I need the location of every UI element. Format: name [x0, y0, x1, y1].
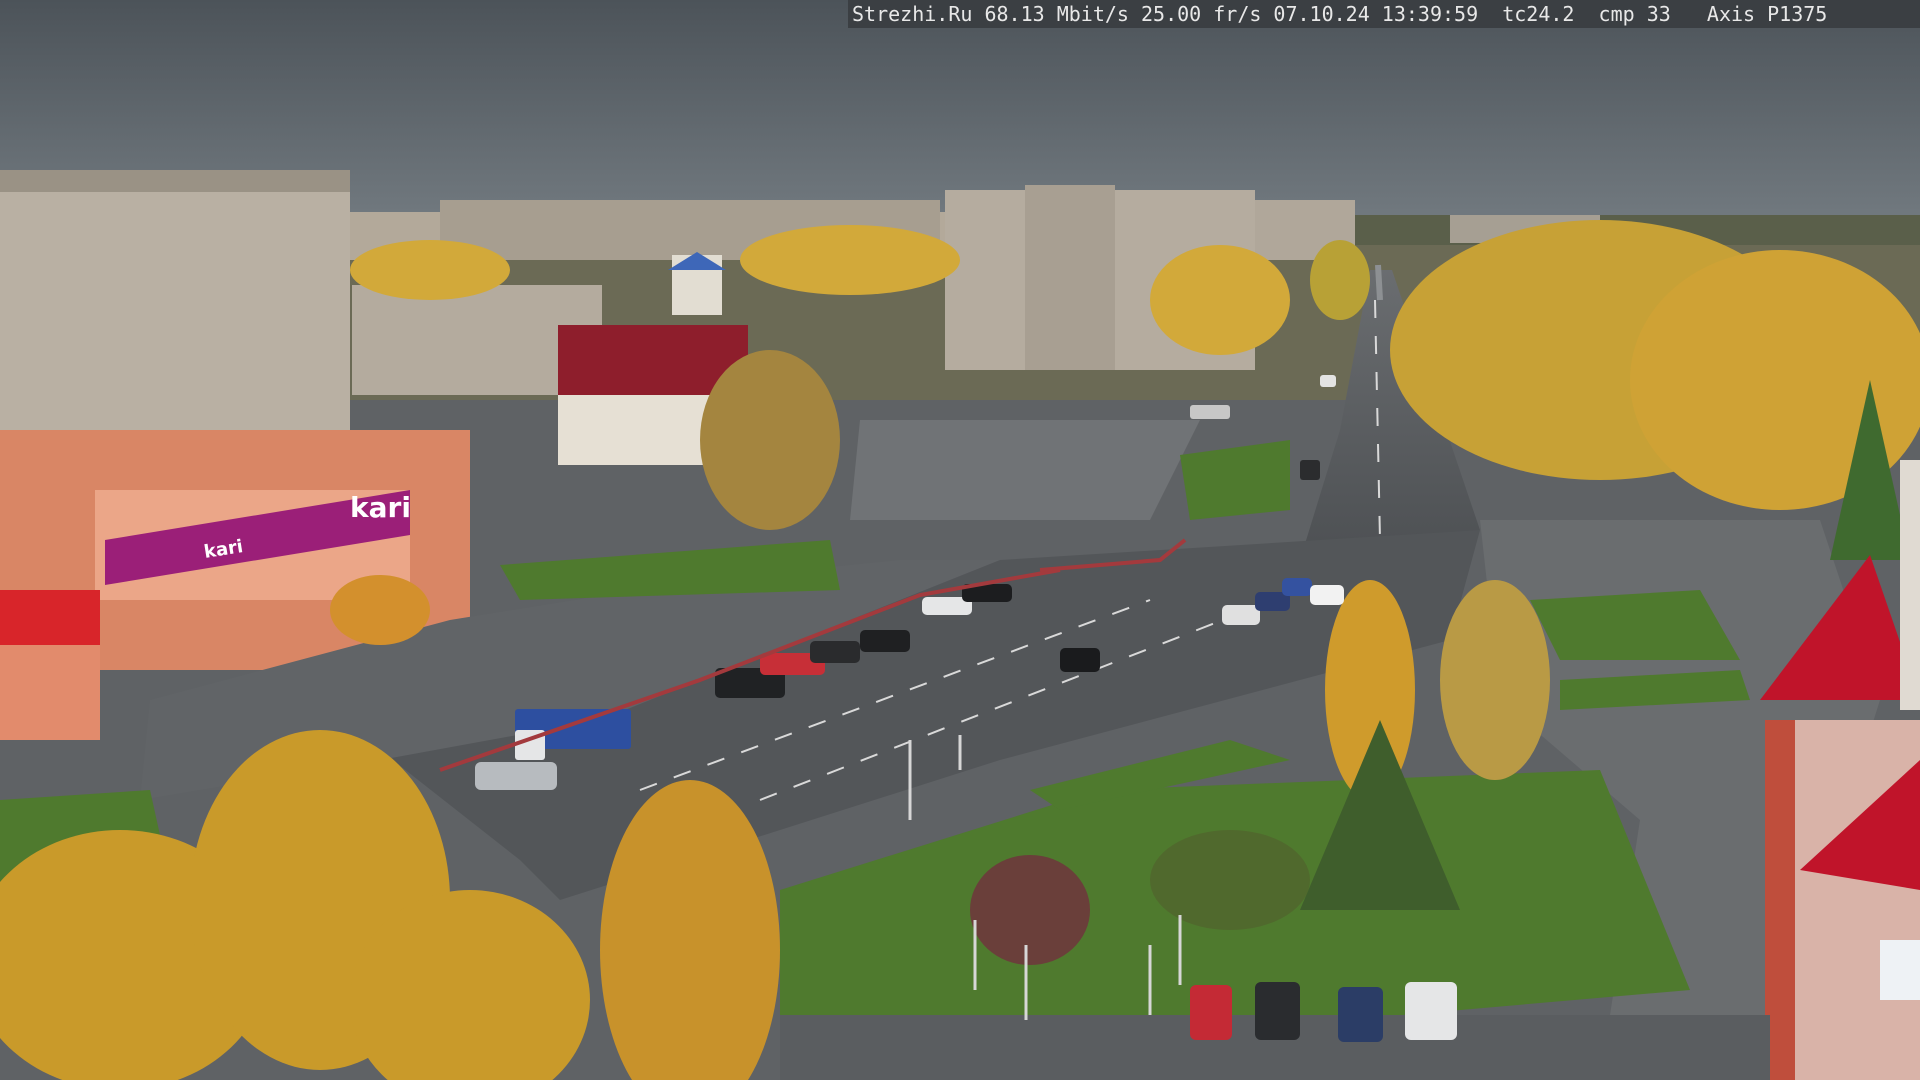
vanishing-road [1375, 264, 1383, 301]
city-street-scene: kari kari [0, 0, 1920, 1080]
camera-osd-overlay: Strezhi.Ru 68.13 Mbit/s 25.00 fr/s 07.10… [848, 0, 1920, 28]
store-sign: kari [350, 491, 411, 524]
parking-lot [850, 420, 1200, 520]
webcam-view: kari kari Strezhi.Ru 68.13 Mbit/s 25.00 … [0, 0, 1920, 1080]
